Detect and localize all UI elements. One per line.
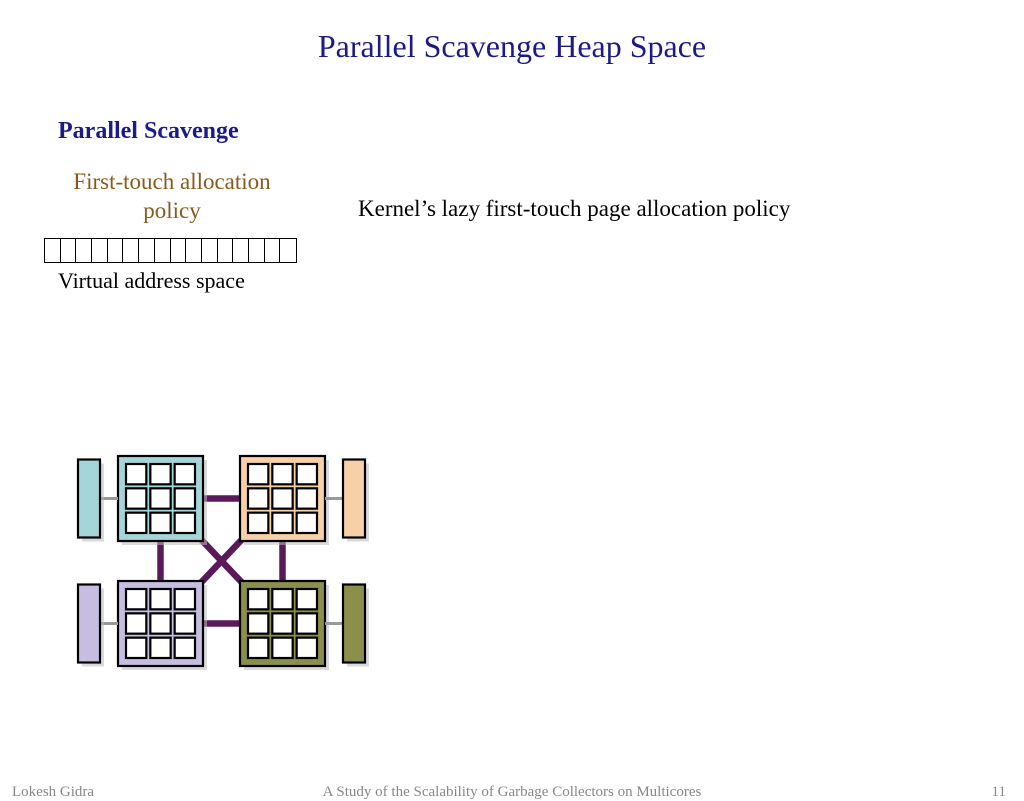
vas-cell [280, 239, 296, 262]
vas-cell [76, 239, 92, 262]
vas-cell [171, 239, 187, 262]
core-cell [126, 638, 146, 658]
body-text: Kernel’s lazy first-touch page allocatio… [358, 196, 790, 222]
core-cell [297, 638, 317, 658]
core-cell [126, 613, 146, 633]
virtual-address-space-caption: Virtual address space [58, 268, 245, 294]
vas-cell [92, 239, 108, 262]
core-cell [297, 513, 317, 533]
virtual-address-space-strip [44, 238, 297, 263]
node-1 [240, 456, 369, 545]
numa-diagram [60, 446, 370, 726]
core-cell [297, 464, 317, 484]
vas-cell [202, 239, 218, 262]
core-cell [248, 613, 268, 633]
core-cell [150, 488, 170, 508]
vas-cell [61, 239, 77, 262]
core-cell [297, 613, 317, 633]
allocation-policy-label: First-touch allocation policy [62, 168, 282, 226]
core-cell [248, 638, 268, 658]
core-cell [175, 513, 195, 533]
core-cell [150, 638, 170, 658]
core-cell [150, 613, 170, 633]
vas-cell [249, 239, 265, 262]
core-cell [272, 513, 292, 533]
core-cell [175, 638, 195, 658]
node-3 [240, 581, 369, 670]
core-cell [272, 464, 292, 484]
core-cell [248, 513, 268, 533]
core-cell [126, 513, 146, 533]
memory-stick [78, 460, 100, 538]
section-subtitle: Parallel Scavenge [58, 118, 239, 145]
core-cell [248, 589, 268, 609]
core-cell [272, 589, 292, 609]
memory-stick [78, 585, 100, 663]
core-cell [150, 589, 170, 609]
node-2 [78, 581, 207, 670]
memory-stick [343, 585, 365, 663]
vas-cell [265, 239, 281, 262]
core-cell [150, 464, 170, 484]
vas-cell [139, 239, 155, 262]
vas-cell [233, 239, 249, 262]
vas-cell [155, 239, 171, 262]
core-cell [248, 488, 268, 508]
core-cell [150, 513, 170, 533]
core-cell [175, 613, 195, 633]
vas-cell [45, 239, 61, 262]
node-0 [78, 456, 207, 545]
footer-page-number: 11 [992, 784, 1006, 801]
core-cell [175, 488, 195, 508]
core-cell [272, 488, 292, 508]
memory-stick [343, 460, 365, 538]
slide-title: Parallel Scavenge Heap Space [0, 28, 1024, 65]
core-cell [126, 589, 146, 609]
core-cell [248, 464, 268, 484]
core-cell [272, 613, 292, 633]
footer-paper-title: A Study of the Scalability of Garbage Co… [0, 784, 1024, 801]
vas-cell [186, 239, 202, 262]
core-cell [297, 488, 317, 508]
core-cell [175, 464, 195, 484]
vas-cell [218, 239, 234, 262]
core-cell [126, 464, 146, 484]
core-cell [297, 589, 317, 609]
vas-cell [108, 239, 124, 262]
core-cell [272, 638, 292, 658]
core-cell [126, 488, 146, 508]
vas-cell [123, 239, 139, 262]
core-cell [175, 589, 195, 609]
